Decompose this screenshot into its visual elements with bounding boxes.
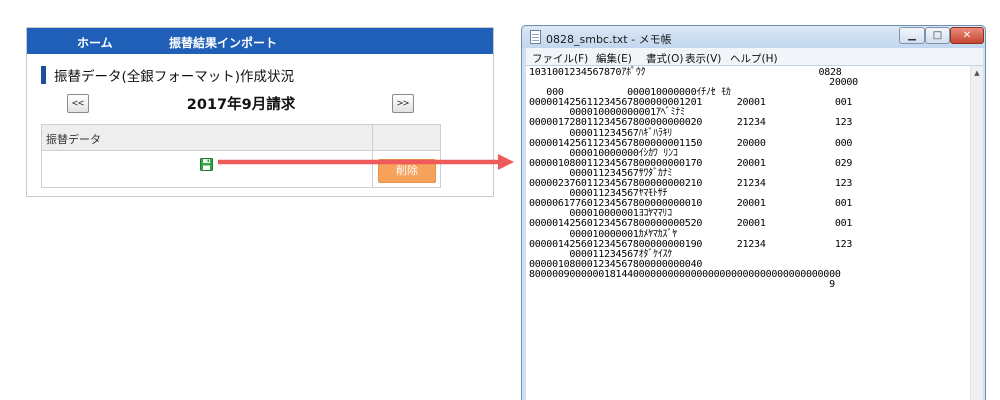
section-title-text: 振替データ(全銀フォーマット)作成状況 xyxy=(54,69,295,85)
menu-help[interactable]: ヘルプ(H) xyxy=(730,51,778,66)
scroll-up-icon[interactable]: ▲ xyxy=(971,66,983,80)
month-label: 2017年9月請求 xyxy=(186,97,296,113)
notepad-window: 0828_smbc.txt - メモ帳 ▁ □ ✕ ファイル(F) 編集(E) … xyxy=(521,25,986,400)
maximize-button[interactable]: □ xyxy=(925,27,950,44)
table-column-divider xyxy=(372,125,373,187)
navbar: ホーム 振替結果インポート xyxy=(27,28,493,54)
menu-edit[interactable]: 編集(E) xyxy=(596,51,632,66)
next-month-button[interactable]: >> xyxy=(392,94,414,113)
menu-file[interactable]: ファイル(F) xyxy=(532,51,588,66)
close-button[interactable]: ✕ xyxy=(950,27,984,44)
transfer-data-table: 振替データ 削除 xyxy=(41,124,441,188)
menu-format[interactable]: 書式(O) xyxy=(646,51,683,66)
notepad-menubar: ファイル(F) 編集(E) 書式(O) 表示(V) ヘルプ(H) xyxy=(526,48,983,66)
notepad-title: 0828_smbc.txt - メモ帳 xyxy=(546,33,672,46)
save-icon[interactable] xyxy=(200,158,213,171)
menu-view[interactable]: 表示(V) xyxy=(685,51,721,66)
nav-home-link[interactable]: ホーム xyxy=(77,34,113,51)
delete-button[interactable]: 削除 xyxy=(378,159,436,183)
notepad-file-icon xyxy=(530,30,541,44)
notepad-titlebar[interactable]: 0828_smbc.txt - メモ帳 ▁ □ ✕ xyxy=(522,26,985,48)
section-bar xyxy=(41,66,46,84)
vertical-scrollbar[interactable]: ▲ xyxy=(970,66,983,400)
section-title: 振替データ(全銀フォーマット)作成状況 xyxy=(41,66,295,85)
table-header: 振替データ xyxy=(42,125,440,151)
nav-import-link[interactable]: 振替結果インポート xyxy=(169,34,277,51)
notepad-text: 1031001234567870ｱﾎﾟｳｸ 0828 20000 000 000… xyxy=(529,67,858,290)
web-panel: ホーム 振替結果インポート 振替データ(全銀フォーマット)作成状況 << 201… xyxy=(26,27,494,197)
minimize-button[interactable]: ▁ xyxy=(899,27,925,44)
notepad-text-area[interactable]: 1031001234567870ｱﾎﾟｳｸ 0828 20000 000 000… xyxy=(526,66,970,400)
table-header-label: 振替データ xyxy=(46,133,101,146)
month-navigation: << 2017年9月請求 >> xyxy=(67,93,415,115)
